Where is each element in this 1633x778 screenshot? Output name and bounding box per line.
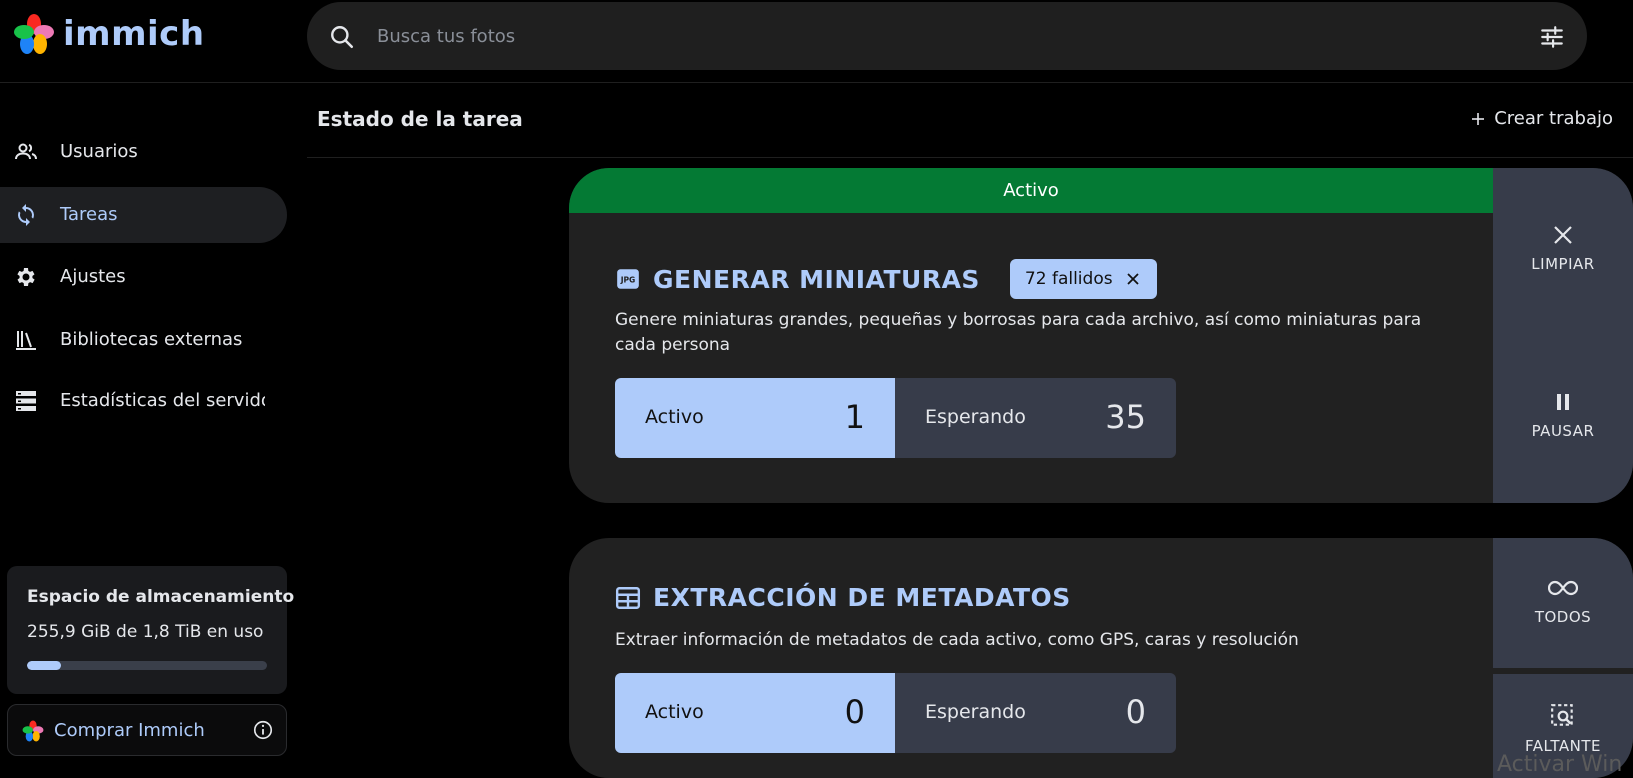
gear-icon bbox=[17, 268, 35, 286]
waiting-label: Esperando bbox=[925, 406, 1026, 428]
storage-used-text: 255,9 GiB de 1,8 TiB en uso bbox=[27, 622, 264, 642]
clear-button[interactable]: LIMPIAR bbox=[1493, 223, 1633, 273]
search-input[interactable] bbox=[377, 21, 1477, 51]
plus-icon bbox=[1472, 112, 1485, 125]
search-missing-icon bbox=[1551, 704, 1573, 726]
storage-progress-bar bbox=[27, 661, 267, 670]
job-title-row: EXTRACCIÓN DE METADATOS bbox=[615, 583, 1071, 612]
search-bar[interactable] bbox=[307, 2, 1587, 70]
sidebar-item-label: Ajustes bbox=[60, 266, 126, 287]
infinity-icon bbox=[1548, 580, 1578, 596]
sidebar-item-external-libraries[interactable]: Bibliotecas externas bbox=[0, 312, 287, 368]
pause-button[interactable]: PAUSAR bbox=[1493, 390, 1633, 440]
job-counts: Activo 1 Esperando 35 bbox=[615, 378, 1176, 458]
sidebar: Usuarios Tareas Ajustes Bibliotecas exte… bbox=[0, 83, 295, 768]
buy-immich-label: Comprar Immich bbox=[54, 720, 205, 741]
app-name: immich bbox=[63, 14, 205, 54]
waiting-count: 35 bbox=[1105, 398, 1146, 436]
filter-settings-icon[interactable] bbox=[1539, 24, 1565, 50]
all-label: TODOS bbox=[1534, 608, 1592, 626]
storage-progress-fill bbox=[27, 661, 61, 670]
failed-badge[interactable]: 72 fallidos bbox=[1009, 259, 1157, 299]
waiting-count: 0 bbox=[1125, 693, 1146, 731]
immich-logo-icon bbox=[22, 720, 44, 742]
active-count: 0 bbox=[844, 693, 865, 731]
sync-icon bbox=[18, 204, 34, 226]
active-label: Activo bbox=[645, 406, 704, 428]
waiting-count-box: Esperando 0 bbox=[895, 673, 1176, 753]
sidebar-item-label: Estadísticas del servidor bbox=[60, 390, 265, 411]
app-logo[interactable]: immich bbox=[13, 13, 205, 55]
storage-panel: Espacio de almacenamiento 255,9 GiB de 1… bbox=[7, 566, 294, 694]
server-icon bbox=[16, 391, 36, 411]
page-title: Estado de la tarea bbox=[317, 107, 523, 131]
job-card-thumbnails: Activo JPG GENERAR MINIATURAS 72 fallido… bbox=[569, 168, 1633, 503]
actions-divider bbox=[1493, 668, 1633, 674]
table-icon bbox=[615, 586, 641, 609]
create-job-label: Crear trabajo bbox=[1494, 108, 1613, 129]
info-icon[interactable] bbox=[252, 719, 274, 741]
svg-text:JPG: JPG bbox=[620, 275, 636, 284]
job-card-metadata: EXTRACCIÓN DE METADATOS Extraer informac… bbox=[569, 538, 1633, 778]
jpg-file-icon: JPG bbox=[617, 269, 639, 289]
sidebar-item-tasks[interactable]: Tareas bbox=[0, 187, 287, 243]
job-counts: Activo 0 Esperando 0 bbox=[615, 673, 1176, 753]
active-count: 1 bbox=[844, 398, 865, 436]
library-icon bbox=[16, 331, 36, 350]
sidebar-item-label: Bibliotecas externas bbox=[60, 329, 243, 350]
active-label: Activo bbox=[645, 701, 704, 723]
create-job-button[interactable]: Crear trabajo bbox=[1470, 108, 1613, 129]
pause-icon bbox=[1557, 394, 1569, 410]
close-icon[interactable] bbox=[1126, 273, 1139, 285]
active-count-box: Activo 0 bbox=[615, 673, 895, 753]
immich-logo-icon bbox=[14, 14, 54, 54]
page-header: Estado de la tarea Crear trabajo bbox=[307, 84, 1633, 158]
pause-label: PAUSAR bbox=[1531, 422, 1595, 440]
active-count-box: Activo 1 bbox=[615, 378, 895, 458]
job-title: GENERAR MINIATURAS bbox=[653, 264, 980, 294]
job-description: Genere miniaturas grandes, pequeñas y bo… bbox=[615, 310, 1422, 355]
sidebar-item-settings[interactable]: Ajustes bbox=[0, 249, 287, 305]
job-description: Extraer información de metadatos de cada… bbox=[615, 630, 1299, 650]
waiting-count-box: Esperando 35 bbox=[895, 378, 1176, 458]
activate-windows-watermark: Activar Win bbox=[1497, 752, 1623, 777]
users-icon bbox=[15, 143, 37, 160]
job-actions-panel: TODOS FALTANTE bbox=[1493, 538, 1633, 778]
buy-immich-button[interactable]: Comprar Immich bbox=[7, 704, 287, 756]
missing-button[interactable]: FALTANTE bbox=[1493, 703, 1633, 755]
job-status-banner: Activo bbox=[569, 168, 1493, 213]
sidebar-item-label: Tareas bbox=[60, 204, 118, 225]
waiting-label: Esperando bbox=[925, 701, 1026, 723]
all-button[interactable]: TODOS bbox=[1493, 576, 1633, 668]
sidebar-item-users[interactable]: Usuarios bbox=[0, 124, 287, 180]
storage-title: Espacio de almacenamiento bbox=[27, 587, 295, 607]
search-icon bbox=[331, 26, 354, 49]
failed-badge-label: 72 fallidos bbox=[1024, 269, 1113, 289]
job-title: EXTRACCIÓN DE METADATOS bbox=[653, 583, 1071, 612]
sidebar-item-label: Usuarios bbox=[60, 141, 138, 162]
top-bar: immich bbox=[0, 0, 1633, 83]
job-title-row: JPG GENERAR MINIATURAS 72 fallidos bbox=[615, 259, 1157, 299]
job-actions-panel: LIMPIAR PAUSAR bbox=[1493, 168, 1633, 503]
clear-label: LIMPIAR bbox=[1531, 255, 1595, 273]
sidebar-item-server-stats[interactable]: Estadísticas del servidor bbox=[0, 373, 287, 429]
close-icon bbox=[1554, 226, 1572, 244]
